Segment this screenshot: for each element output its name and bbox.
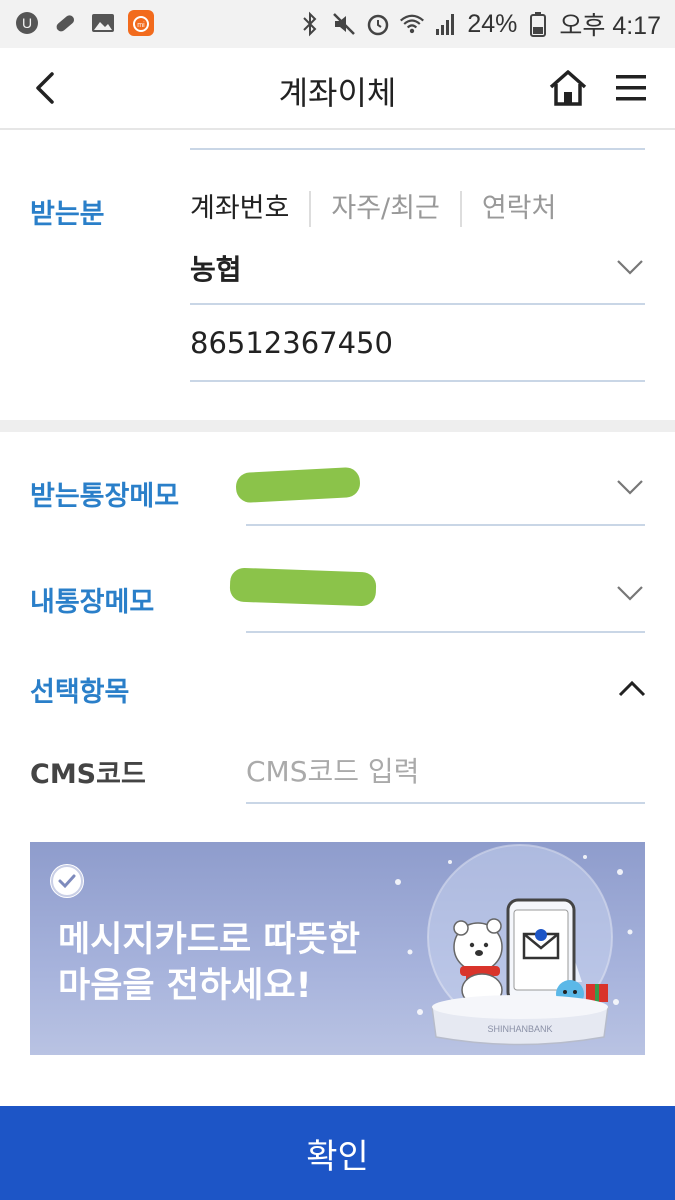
options-label: 선택항목 bbox=[30, 677, 130, 708]
gallery-icon bbox=[90, 10, 116, 36]
chevron-down-icon[interactable] bbox=[616, 584, 644, 602]
bank-select[interactable]: 농협 bbox=[190, 248, 242, 288]
clock: 오후 4:17 bbox=[559, 12, 661, 40]
chevron-down-icon[interactable] bbox=[616, 258, 644, 276]
chevron-up-icon[interactable] bbox=[618, 680, 646, 698]
wifi-icon bbox=[399, 11, 425, 37]
divider bbox=[190, 148, 645, 150]
status-bar: U mi 24% 오후 4:17 bbox=[0, 0, 675, 48]
redacted-my-memo[interactable] bbox=[229, 567, 377, 607]
app-header: 계좌이체 bbox=[0, 48, 675, 130]
redacted-receiver-memo[interactable] bbox=[235, 466, 361, 504]
mute-icon bbox=[331, 11, 357, 37]
recipient-tabs: 계좌번호 자주/최근 연락처 bbox=[190, 190, 576, 228]
divider bbox=[246, 524, 645, 526]
hamburger-menu-icon[interactable] bbox=[614, 70, 650, 106]
divider bbox=[190, 380, 645, 382]
my-memo-label: 내통장메모 bbox=[30, 587, 155, 618]
svg-text:mi: mi bbox=[137, 22, 145, 29]
bluetooth-icon bbox=[297, 11, 323, 37]
battery-percent: 24% bbox=[467, 9, 518, 38]
promo-banner[interactable]: 메시지카드로 따뜻한 마음을 전하세요! SHINHANBANK bbox=[30, 842, 645, 1055]
battery-icon bbox=[525, 11, 551, 37]
divider bbox=[190, 303, 645, 305]
u-plus-icon: U bbox=[14, 10, 40, 36]
mi-app-icon: mi bbox=[128, 10, 154, 36]
banner-line-2: 마음을 전하세요! bbox=[58, 966, 312, 1006]
home-icon[interactable] bbox=[546, 66, 590, 110]
pill-icon bbox=[52, 10, 78, 36]
cms-code-label: CMS코드 bbox=[30, 759, 146, 790]
divider bbox=[246, 802, 645, 804]
banner-line-1: 메시지카드로 따뜻한 bbox=[58, 920, 360, 960]
account-number-input[interactable]: 86512367450 bbox=[190, 326, 393, 360]
receiver-memo-label: 받는통장메모 bbox=[30, 481, 180, 512]
banner-brand: SHINHANBANK bbox=[487, 1024, 552, 1034]
recipient-label: 받는분 bbox=[30, 199, 105, 230]
tab-frequent-recent[interactable]: 자주/최근 bbox=[311, 191, 462, 227]
tab-contacts[interactable]: 연락처 bbox=[462, 191, 577, 227]
snow-globe-illustration: SHINHANBANK bbox=[395, 844, 633, 1046]
section-separator bbox=[0, 420, 675, 432]
chevron-down-icon[interactable] bbox=[616, 478, 644, 496]
check-circle-icon bbox=[50, 864, 84, 898]
confirm-button[interactable]: 확인 bbox=[0, 1106, 675, 1200]
tab-account-number[interactable]: 계좌번호 bbox=[190, 191, 312, 227]
svg-text:U: U bbox=[22, 15, 32, 31]
cms-code-input[interactable]: CMS코드 입력 bbox=[246, 750, 419, 790]
alarm-icon bbox=[365, 11, 391, 37]
signal-icon bbox=[433, 11, 459, 37]
divider bbox=[246, 631, 645, 633]
